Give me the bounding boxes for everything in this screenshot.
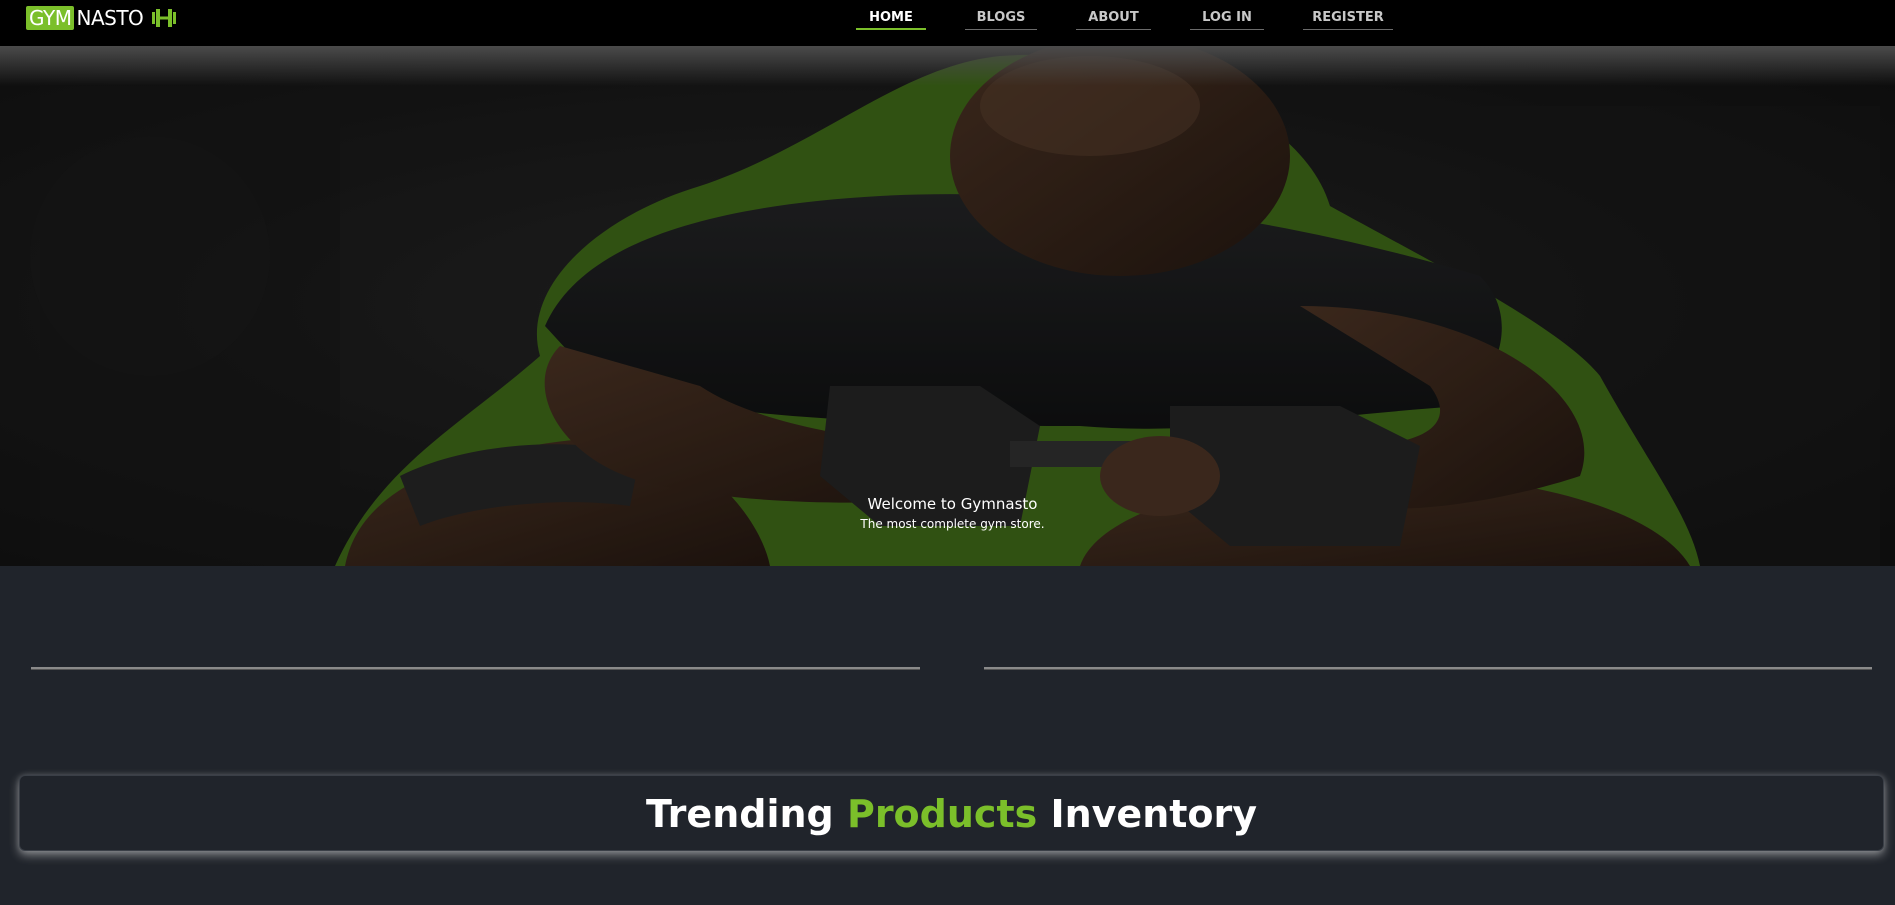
trending-word-2: Products xyxy=(846,792,1038,836)
nav-item-register[interactable]: REGISTER xyxy=(1303,8,1393,30)
trending-word-1: Trending xyxy=(645,792,834,836)
hero-text-block: Welcome to Gymnasto The most complete gy… xyxy=(0,494,1895,532)
section-divider-left xyxy=(31,667,920,670)
nav-item-about[interactable]: ABOUT xyxy=(1076,8,1151,30)
nav-item-home[interactable]: HOME xyxy=(856,8,926,30)
nav-item-login[interactable]: LOG IN xyxy=(1190,8,1264,30)
nav-item-blogs[interactable]: BLOGS xyxy=(965,8,1037,30)
top-navbar: GYM NASTO HOME BLOGS ABOUT LOG IN REGIST… xyxy=(0,0,1895,46)
nav-links: HOME BLOGS ABOUT LOG IN REGISTER xyxy=(0,0,1895,46)
hero-subtitle: The most complete gym store. xyxy=(860,517,1045,531)
hero-banner: Welcome to Gymnasto The most complete gy… xyxy=(0,46,1895,566)
hero-top-shadow xyxy=(0,46,1895,86)
hero-title: Welcome to Gymnasto xyxy=(867,495,1038,513)
hero-athlete-image xyxy=(0,46,1895,566)
trending-word-3: Inventory xyxy=(1050,792,1258,836)
trending-products-header: Trending Products Inventory xyxy=(19,775,1884,851)
section-divider-right xyxy=(984,667,1872,670)
trending-title: Trending Products Inventory xyxy=(20,776,1883,852)
